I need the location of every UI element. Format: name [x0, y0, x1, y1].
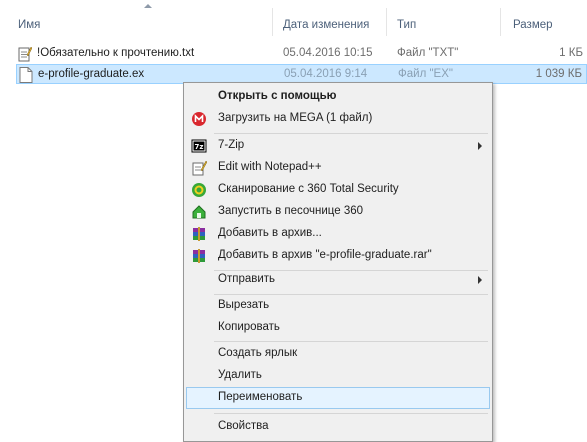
menu-upload-mega[interactable]: Загрузить на MEGA (1 файл): [186, 108, 490, 130]
menu-label: Отправить: [218, 273, 276, 285]
menu-add-to-archive[interactable]: Добавить в архив...: [186, 223, 490, 245]
file-type: Файл "EX": [398, 68, 453, 80]
menu-label: Свойства: [218, 420, 269, 432]
menu-label: Добавить в архив "e-profile-graduate.rar…: [218, 249, 432, 261]
menu-label: Копировать: [218, 321, 280, 333]
360-security-icon: [192, 183, 206, 197]
menu-label: Переименовать: [218, 391, 303, 403]
menu-delete[interactable]: Удалить: [186, 365, 490, 387]
menu-label: Удалить: [218, 369, 262, 381]
menu-label: 7-Zip: [218, 139, 245, 151]
blank-file-icon: [19, 67, 33, 83]
menu-cut[interactable]: Вырезать: [186, 295, 490, 317]
7zip-icon: 7z: [191, 139, 207, 153]
file-name: !Обязательно к прочтению.txt: [37, 47, 195, 59]
menu-edit-notepadpp[interactable]: Edit with Notepad++: [186, 157, 490, 179]
file-row[interactable]: !Обязательно к прочтению.txt 05.04.2016 …: [0, 44, 587, 64]
menu-label: Открыть с помощью: [218, 90, 337, 102]
column-type-header[interactable]: Тип: [397, 19, 416, 31]
winrar-icon: [193, 249, 205, 263]
column-header: Имя Дата изменения Тип Размер: [0, 0, 587, 40]
file-date: 05.04.2016 9:14: [284, 68, 368, 80]
menu-scan-360[interactable]: Сканирование с 360 Total Security: [186, 179, 490, 201]
menu-separator: [214, 413, 488, 414]
column-divider[interactable]: [272, 8, 273, 36]
winrar-icon: [193, 227, 205, 241]
notepadpp-icon: [192, 160, 207, 176]
column-divider[interactable]: [386, 8, 387, 36]
sandbox-icon: [192, 205, 206, 219]
menu-open-with[interactable]: Открыть с помощью: [186, 86, 490, 108]
notepad-text-icon: [18, 46, 32, 62]
menu-label: Вырезать: [218, 299, 270, 311]
menu-label: Сканирование с 360 Total Security: [218, 183, 399, 195]
context-menu: Открыть с помощью Загрузить на MEGA (1 ф…: [183, 82, 493, 442]
column-name-header[interactable]: Имя: [18, 19, 40, 31]
file-name: e-profile-graduate.ex: [38, 68, 145, 80]
menu-label: Запустить в песочнице 360: [218, 205, 364, 217]
file-size: 1 039 КБ: [535, 68, 582, 80]
mega-icon: [192, 112, 206, 126]
svg-text:7z: 7z: [195, 143, 204, 151]
menu-separator: [214, 341, 488, 342]
sort-ascending-icon: [144, 4, 152, 8]
column-divider[interactable]: [500, 8, 501, 36]
file-date: 05.04.2016 10:15: [283, 47, 373, 59]
menu-7zip[interactable]: 7z 7-Zip: [186, 135, 490, 157]
menu-separator: [214, 133, 488, 134]
menu-copy[interactable]: Копировать: [186, 317, 490, 339]
column-date-header[interactable]: Дата изменения: [283, 19, 369, 31]
column-size-header[interactable]: Размер: [513, 19, 553, 31]
file-row-selected[interactable]: e-profile-graduate.ex 05.04.2016 9:14 Фа…: [16, 64, 587, 84]
menu-label: Создать ярлык: [218, 347, 298, 359]
menu-send-to[interactable]: Отправить: [186, 264, 490, 286]
menu-create-shortcut[interactable]: Создать ярлык: [186, 343, 490, 365]
menu-rename[interactable]: Переименовать: [186, 387, 490, 409]
menu-label: Добавить в архив...: [218, 227, 322, 239]
submenu-arrow-icon: [478, 142, 482, 150]
menu-label: Edit with Notepad++: [218, 161, 322, 173]
menu-sandbox-360[interactable]: Запустить в песочнице 360: [186, 201, 490, 223]
file-size: 1 КБ: [559, 47, 583, 59]
menu-label: Загрузить на MEGA (1 файл): [218, 112, 373, 124]
submenu-arrow-icon: [478, 276, 482, 284]
file-type: Файл "TXT": [397, 47, 459, 59]
